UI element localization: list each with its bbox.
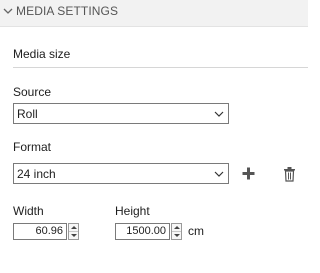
chevron-down-icon (214, 171, 224, 177)
width-label: Width (13, 204, 44, 218)
arrow-down-icon (174, 234, 180, 237)
header-title: MEDIA SETTINGS (16, 4, 119, 18)
plus-icon[interactable] (241, 166, 257, 182)
chevron-down-icon (214, 111, 224, 117)
source-label: Source (13, 85, 52, 99)
height-value: 1500.00 (126, 225, 166, 237)
chevron-down-icon (3, 8, 13, 14)
height-input[interactable]: 1500.00 (115, 223, 170, 240)
arrow-up-icon (174, 226, 180, 229)
source-selected-value: Roll (17, 107, 38, 121)
width-input[interactable]: 60.96 (13, 223, 67, 240)
width-value: 60.96 (35, 225, 63, 237)
arrow-down-icon (71, 234, 77, 237)
width-decrement[interactable] (69, 232, 78, 239)
section-divider (13, 67, 308, 68)
height-decrement[interactable] (172, 232, 181, 239)
width-spinner[interactable] (68, 223, 79, 240)
unit-label: cm (188, 224, 204, 238)
format-label: Format (13, 140, 52, 154)
format-select[interactable]: 24 inch (13, 163, 229, 184)
source-select[interactable]: Roll (13, 103, 229, 124)
height-increment[interactable] (172, 224, 181, 232)
media-settings-header[interactable]: MEDIA SETTINGS (0, 0, 308, 27)
format-selected-value: 24 inch (17, 167, 56, 181)
arrow-up-icon (71, 226, 77, 229)
width-increment[interactable] (69, 224, 78, 232)
section-title: Media size (13, 47, 71, 61)
height-label: Height (115, 204, 150, 218)
height-spinner[interactable] (171, 223, 182, 240)
trash-icon[interactable] (282, 166, 298, 182)
